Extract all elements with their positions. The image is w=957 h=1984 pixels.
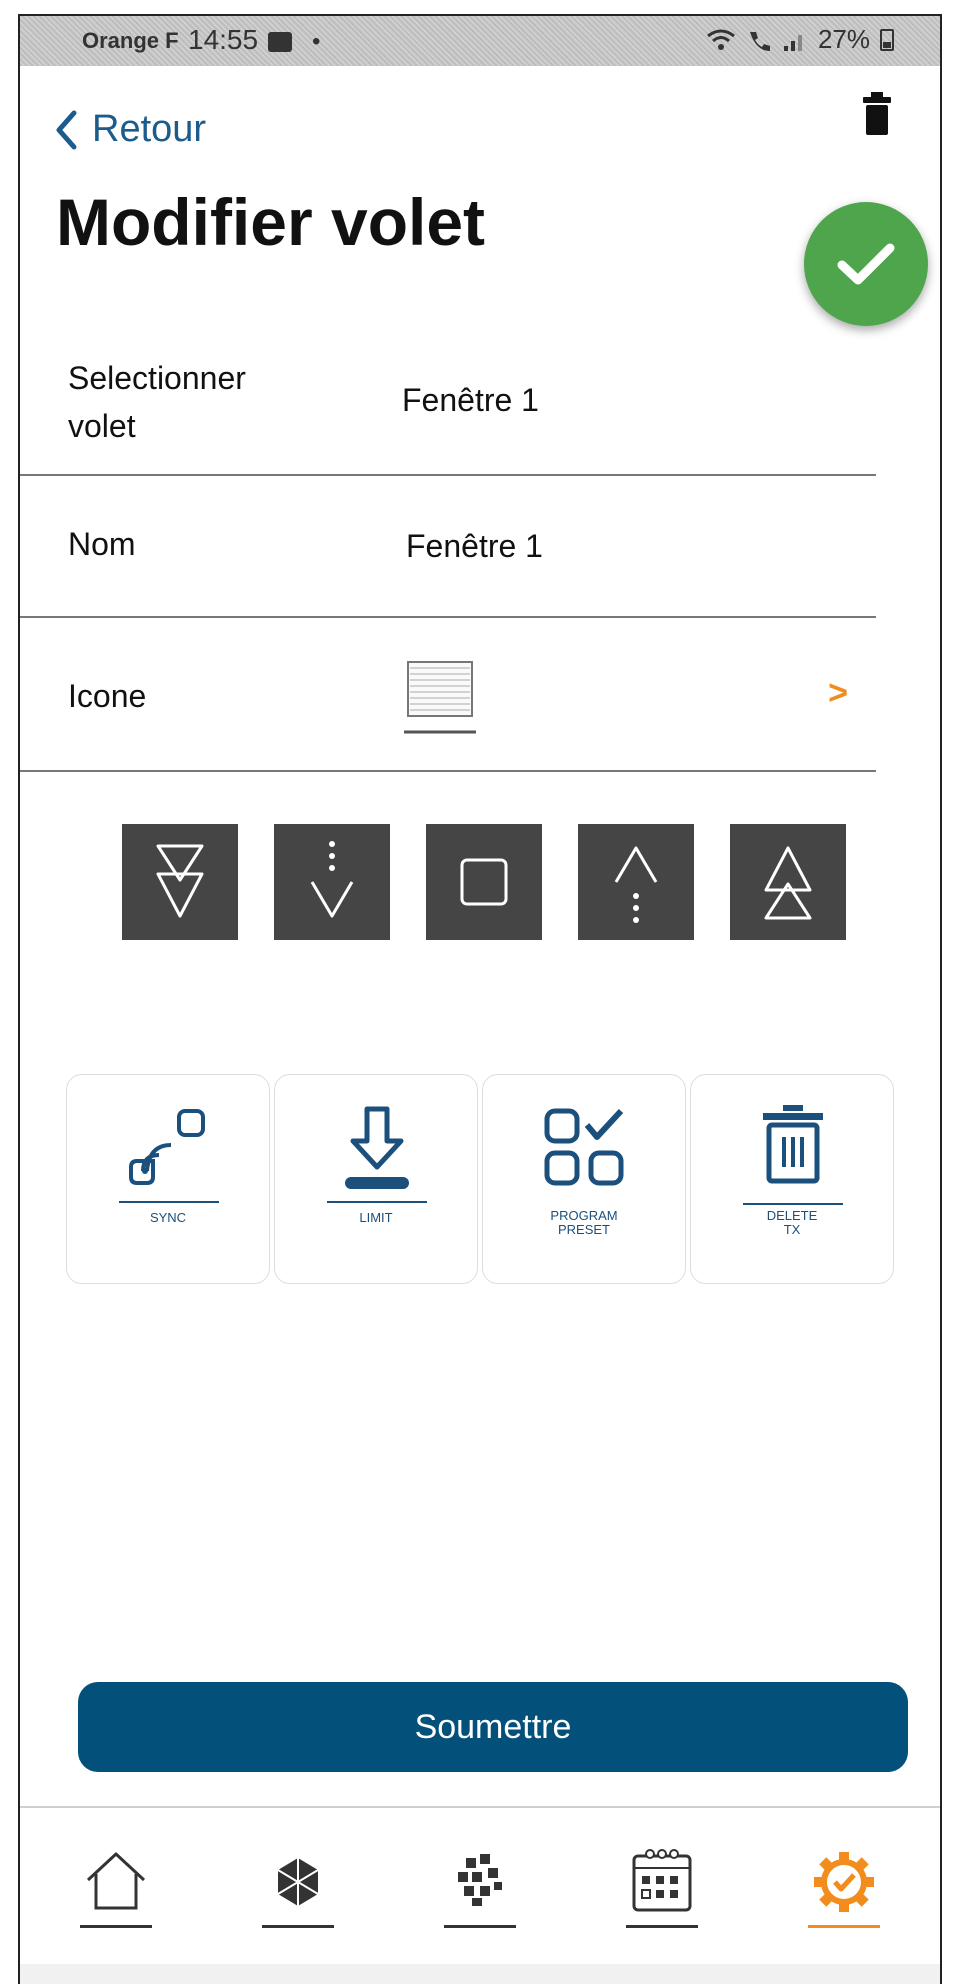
program-preset-icon: [544, 1108, 624, 1186]
program-preset-label: PROGRAM PRESET: [483, 1209, 685, 1237]
devices-icon: [277, 1858, 319, 1906]
home-icon: [86, 1852, 146, 1910]
step-down-button[interactable]: [274, 824, 390, 940]
app-screen: Orange F 14:55 • 27% Retour Modifier vol…: [18, 14, 942, 1964]
limit-underline: [327, 1201, 427, 1203]
trash-icon[interactable]: [862, 90, 892, 136]
limit-icon: [345, 1106, 409, 1189]
select-shutter-row[interactable]: Selectionner volet Fenêtre 1: [20, 332, 876, 476]
select-shutter-value: Fenêtre 1: [402, 382, 539, 418]
name-field[interactable]: Fenêtre 1: [406, 528, 543, 565]
wifi-icon: [707, 29, 735, 50]
double-up-arrow-icon: [764, 846, 812, 920]
status-carrier: Orange F: [82, 28, 179, 53]
battery-percent: 27%: [817, 24, 870, 54]
open-fully-button[interactable]: [730, 824, 846, 940]
sync-button[interactable]: SYNC: [66, 1074, 270, 1284]
back-button[interactable]: Retour: [54, 108, 206, 151]
bottom-nav: [20, 1806, 940, 1964]
call-icon: [749, 31, 770, 51]
icon-label: Icone: [68, 678, 147, 714]
program-label: PROGRAM: [550, 1208, 618, 1223]
close-fully-button[interactable]: [122, 824, 238, 940]
back-label: Retour: [92, 108, 207, 150]
signal-icon: [783, 34, 802, 51]
status-bar: Orange F 14:55 • 27%: [20, 16, 940, 66]
chevron-right-icon[interactable]: >: [828, 674, 848, 713]
nav-calendar[interactable]: [626, 1844, 698, 1928]
window-shutter-icon: [404, 661, 476, 734]
chevron-left-icon: [56, 110, 77, 149]
up-arrow-icon: [614, 846, 658, 923]
delete-tx-underline: [743, 1203, 843, 1205]
nav-settings-underline: [808, 1925, 880, 1928]
sync-underline: [119, 1201, 219, 1203]
delete-tx-icon: [763, 1105, 823, 1184]
nav-home[interactable]: [80, 1844, 152, 1928]
select-shutter-label: Selectionner volet: [68, 360, 246, 444]
nav-devices-underline: [262, 1925, 334, 1928]
bottom-edge: [18, 1964, 942, 1984]
name-label: Nom: [68, 526, 136, 562]
scenes-icon: [458, 1854, 502, 1906]
nav-scenes-underline: [444, 1925, 516, 1928]
nav-devices[interactable]: [262, 1844, 334, 1928]
confirm-button[interactable]: [804, 202, 928, 326]
sync-icon: [129, 1109, 205, 1185]
battery-icon: [880, 28, 894, 51]
step-up-button[interactable]: [578, 824, 694, 940]
page-title: Modifier volet: [56, 185, 486, 259]
preset-label: PRESET: [557, 1222, 610, 1237]
down-arrow-icon: [310, 841, 354, 918]
program-preset-button[interactable]: PROGRAM PRESET: [482, 1074, 686, 1284]
nav-calendar-underline: [626, 1925, 698, 1928]
delete-tx-button[interactable]: DELETE TX: [690, 1074, 894, 1284]
delete-tx-label: DELETE TX: [691, 1209, 893, 1237]
submit-button[interactable]: Soumettre: [78, 1682, 908, 1772]
limit-button[interactable]: LIMIT: [274, 1074, 478, 1284]
nav-scenes[interactable]: [444, 1844, 516, 1928]
double-down-arrow-icon: [156, 844, 204, 918]
delete-label: DELETE: [766, 1208, 818, 1223]
status-time: 14:55: [188, 24, 259, 55]
nav-settings[interactable]: [808, 1844, 880, 1928]
nav-home-underline: [80, 1925, 152, 1928]
icon-row[interactable]: Icone >: [20, 618, 876, 772]
calendar-icon: [632, 1849, 692, 1912]
limit-label: LIMIT: [359, 1210, 393, 1225]
status-right: 27%: [706, 24, 894, 55]
name-row[interactable]: Nom Fenêtre 1: [20, 476, 876, 618]
sync-label: SYNC: [149, 1210, 187, 1225]
settings-icon: [814, 1852, 874, 1912]
tx-label: TX: [783, 1222, 801, 1237]
checkmark-icon: [837, 243, 895, 285]
image-notification-icon: [268, 32, 292, 52]
stop-button[interactable]: [426, 824, 542, 940]
stop-icon: [460, 858, 508, 906]
status-dot: •: [312, 28, 321, 55]
